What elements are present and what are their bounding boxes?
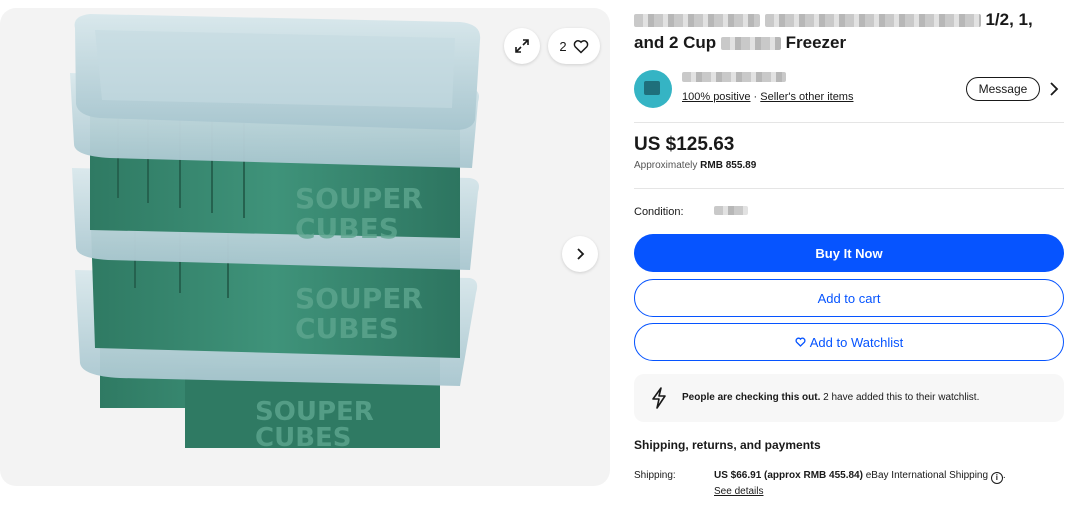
approx-prefix: Approximately [634,160,701,171]
svg-text:SOUPER: SOUPER [295,182,423,215]
divider [634,122,1064,123]
chevron-right-icon [577,248,585,260]
shipping-cost: US $66.91 (approx RMB 455.84) [714,470,863,481]
activity-notice-text: People are checking this out. 2 have add… [682,392,979,403]
heart-icon [795,337,806,347]
separator: · [750,91,761,103]
svg-text:CUBES: CUBES [295,212,399,245]
lightning-icon [652,387,666,409]
expand-icon [515,39,529,53]
condition-value [714,206,748,215]
price-approx: Approximately RMB 855.89 [634,160,756,171]
shipping-label: Shipping: [634,470,676,481]
shipping-punct: . [1002,470,1006,481]
activity-notice: People are checking this out. 2 have add… [634,374,1064,422]
heart-icon [573,39,588,54]
positive-feedback-link[interactable]: 100% positive [682,91,751,103]
see-details-link[interactable]: See details [714,486,763,497]
message-seller-button[interactable]: Message [966,77,1040,101]
svg-text:CUBES: CUBES [255,423,352,453]
buy-it-now-button[interactable]: Buy It Now [634,234,1064,272]
divider [634,188,1064,189]
redacted-text [720,37,781,51]
svg-text:CUBES: CUBES [295,312,399,345]
info-icon[interactable]: i [990,472,1003,484]
add-to-watchlist-button[interactable]: Add to Watchlist [634,323,1064,361]
approx-value: RMB 855.89 [700,160,757,171]
shipping-method: eBay International Shipping [862,470,991,481]
title-text: and 2 Cup [634,33,717,52]
chevron-right-icon[interactable] [1046,80,1062,98]
add-to-cart-button[interactable]: Add to cart [634,279,1064,317]
price: US $125.63 [634,134,735,155]
product-image: SOUPER CUBES SOUPER CUBES SOUPER CUBES [70,14,481,453]
notice-bold: People are checking this out. [682,392,821,403]
next-image-button[interactable] [562,236,598,272]
watch-count: 2 [559,38,567,54]
listing-title: 1/2, 1, and 2 Cup Freezer [634,8,1064,54]
seller-avatar[interactable] [634,70,672,108]
title-text: 1/2, 1, [985,10,1033,29]
seller-name[interactable] [682,72,786,82]
redacted-text [634,14,760,28]
redacted-text [764,14,981,28]
watch-count-button[interactable]: 2 [548,28,600,64]
seller-other-items-link[interactable]: Seller's other items [760,91,853,103]
add-to-watchlist-label: Add to Watchlist [809,334,904,350]
title-text: Freezer [785,33,847,52]
seller-links: 100% positive · Seller's other items [682,91,853,103]
condition-label: Condition: [634,206,684,218]
notice-rest: 2 have added this to their watchlist. [820,392,980,403]
svg-text:SOUPER: SOUPER [295,282,423,315]
shipping-heading: Shipping, returns, and payments [634,438,821,452]
shipping-value: US $66.91 (approx RMB 455.84) eBay Inter… [714,470,1064,484]
expand-image-button[interactable] [504,28,540,64]
seller-info: 100% positive · Seller's other items Mes… [634,70,1064,108]
image-gallery[interactable]: SOUPER CUBES SOUPER CUBES SOUPER CUBES 2 [0,8,610,486]
